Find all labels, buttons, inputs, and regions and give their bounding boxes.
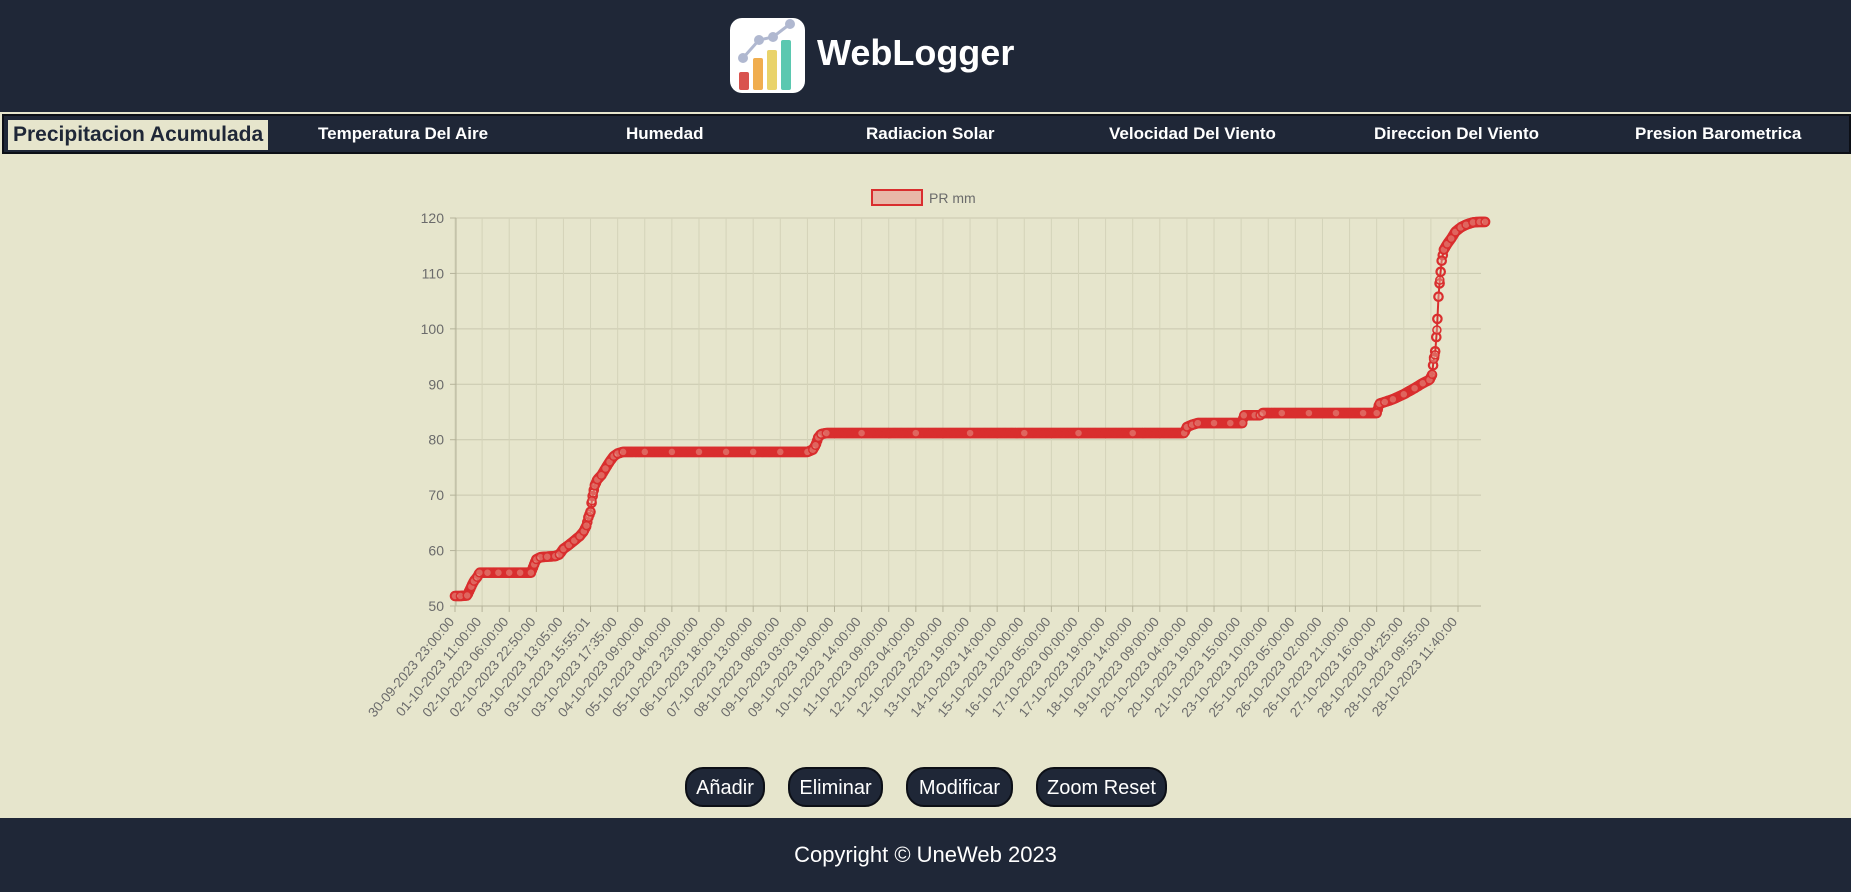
page-footer: Copyright © UneWeb 2023 — [0, 818, 1851, 892]
data-point — [1380, 397, 1390, 407]
y-axis-ticks: 50 60 70 80 90 100 110 120 — [421, 210, 456, 614]
data-point — [1209, 418, 1219, 428]
data-point — [462, 590, 472, 601]
tab-direccion-del-viento[interactable]: Direccion Del Viento — [1374, 116, 1539, 152]
data-point — [821, 428, 832, 438]
data-point — [1258, 408, 1268, 418]
data-point — [1371, 408, 1382, 418]
zoom-reset-button[interactable]: Zoom Reset — [1036, 767, 1167, 807]
data-point — [1480, 217, 1490, 227]
data-point — [504, 567, 514, 578]
precipitation-chart[interactable]: 50 60 70 80 90 100 110 120 30-09-2023 23:00:000… — [0, 152, 1851, 752]
data-point — [1435, 275, 1445, 285]
tab-velocidad-del-viento[interactable]: Velocidad Del Viento — [1109, 116, 1276, 152]
data-point — [1430, 350, 1440, 360]
y-tick-label: 70 — [428, 487, 444, 503]
data-point — [1433, 291, 1444, 302]
data-point — [667, 447, 677, 457]
data-point — [775, 447, 786, 457]
tab-temperatura-del-aire[interactable]: Temperatura Del Aire — [318, 116, 488, 152]
delete-button[interactable]: Eliminar — [788, 767, 883, 807]
app-title: WebLogger — [817, 32, 1015, 73]
data-point — [965, 428, 975, 438]
data-point — [1237, 418, 1248, 428]
x-axis-ticks: 30-09-2023 23:00:0001-10-2023 11:00:0002… — [365, 606, 1460, 720]
y-tick-label: 100 — [421, 321, 445, 337]
data-point — [493, 567, 504, 578]
data-point — [911, 428, 921, 438]
data-point — [694, 447, 704, 457]
data-point — [1225, 418, 1236, 428]
tab-presion-barometrica[interactable]: Presion Barometrica — [1635, 116, 1801, 152]
chart-legend: PR mm — [871, 189, 976, 206]
data-point — [721, 447, 731, 457]
data-point — [526, 567, 536, 578]
legend-swatch — [871, 189, 923, 206]
tab-radiacion-solar[interactable]: Radiacion Solar — [866, 116, 994, 152]
data-point — [585, 507, 596, 517]
data-point — [856, 428, 867, 438]
tab-humedad[interactable]: Humedad — [626, 116, 703, 152]
data-point — [581, 520, 592, 531]
data-point — [1019, 428, 1030, 438]
y-tick-label: 120 — [421, 210, 445, 226]
data-point — [1409, 383, 1420, 393]
data-point — [542, 551, 552, 562]
data-point — [1073, 428, 1084, 438]
data-point — [1331, 408, 1341, 418]
variable-tabs: Precipitacion Acumulada Temperatura Del … — [2, 114, 1851, 154]
data-point — [1388, 394, 1398, 405]
bar-chart-logo-icon — [730, 18, 805, 93]
modify-button[interactable]: Modificar — [906, 767, 1013, 807]
data-point — [810, 440, 821, 451]
data-point — [1436, 255, 1447, 266]
data-point — [618, 447, 628, 457]
tab-precipitacion-acumulada[interactable]: Precipitacion Acumulada — [8, 120, 269, 150]
data-point — [1239, 410, 1249, 421]
data-point — [1193, 418, 1203, 428]
y-tick-label: 60 — [428, 543, 444, 559]
data-point — [587, 495, 597, 506]
data-point — [1127, 428, 1138, 438]
data-point — [1277, 408, 1287, 418]
legend-label: PR mm — [929, 190, 976, 206]
data-point — [482, 567, 493, 578]
data-point — [1399, 389, 1409, 400]
add-button[interactable]: Añadir — [685, 767, 765, 807]
chart-area: 50 60 70 80 90 100 110 120 30-09-2023 23:00:00 0… — [0, 152, 1851, 752]
data-point — [640, 447, 650, 457]
data-point — [515, 567, 525, 578]
y-tick-label: 50 — [428, 598, 444, 614]
data-point — [1427, 369, 1437, 380]
data-point — [1432, 325, 1442, 335]
data-point — [474, 567, 485, 578]
y-tick-label: 90 — [428, 376, 444, 392]
app-header: WebLogger — [0, 0, 1851, 112]
data-point — [1304, 408, 1314, 418]
data-point — [1358, 408, 1368, 418]
y-tick-label: 80 — [428, 432, 444, 448]
copyright-text: Copyright © UneWeb 2023 — [794, 842, 1057, 867]
y-tick-label: 110 — [422, 265, 445, 281]
data-point — [748, 447, 758, 457]
